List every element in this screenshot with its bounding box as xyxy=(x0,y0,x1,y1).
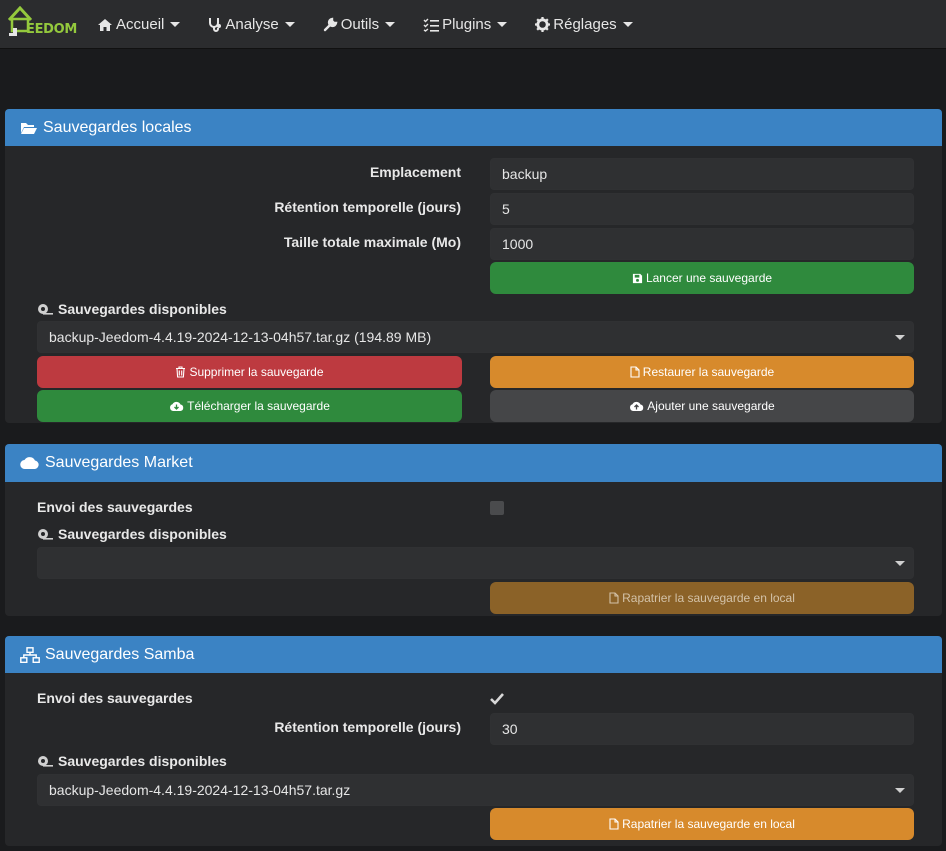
location-input[interactable]: backup xyxy=(490,158,914,190)
local-available-label-row: Sauvegardes disponibles xyxy=(37,301,227,317)
cloud-icon xyxy=(20,457,39,470)
max-size-label: Taille totale maximale (Mo) xyxy=(283,234,461,250)
samba-send-checkbox[interactable] xyxy=(489,692,505,706)
file-icon xyxy=(630,366,640,378)
market-backups-title: Sauvegardes Market xyxy=(45,454,193,471)
chevron-down-icon xyxy=(497,22,508,27)
local-backup-selected: backup-Jeedom-4.4.19-2024-12-13-04h57.ta… xyxy=(49,329,432,345)
samba-retention-input[interactable]: 30 xyxy=(490,713,914,745)
samba-send-label: Envoi des sauvegardes xyxy=(37,690,193,706)
local-backups-heading: Sauvegardes locales xyxy=(5,109,942,146)
trash-icon xyxy=(176,366,186,378)
delete-backup-label: Supprimer la sauvegarde xyxy=(189,365,324,379)
market-available-label: Sauvegardes disponibles xyxy=(58,526,227,542)
market-send-label: Envoi des sauvegardes xyxy=(37,499,193,515)
local-backups-panel: Sauvegardes locales Emplacement backup R… xyxy=(5,109,942,423)
file-icon xyxy=(609,592,619,604)
chevron-down-icon xyxy=(170,22,181,27)
nav-outils-label: Outils xyxy=(340,16,380,33)
add-backup-button[interactable]: Ajouter une sauvegarde xyxy=(490,390,914,422)
launch-backup-label: Lancer une sauvegarde xyxy=(645,271,773,285)
nav-analyse-label: Analyse xyxy=(225,16,279,33)
samba-backups-title: Sauvegardes Samba xyxy=(45,645,195,663)
tape-icon xyxy=(38,529,53,540)
stethoscope-icon xyxy=(209,17,222,32)
market-send-checkbox[interactable] xyxy=(490,501,504,515)
nav-accueil-label: Accueil xyxy=(116,16,165,33)
delete-backup-button[interactable]: Supprimer la sauvegarde xyxy=(37,356,462,388)
save-icon xyxy=(632,273,643,283)
folder-open-icon xyxy=(21,122,37,134)
chevron-down-icon xyxy=(284,22,295,27)
chevron-down-icon xyxy=(895,788,905,793)
nav-accueil[interactable]: Accueil xyxy=(97,0,181,49)
local-available-label: Sauvegardes disponibles xyxy=(58,301,227,317)
market-fetch-label: Rapatrier la sauvegarde en local xyxy=(622,591,795,605)
cloud-upload-icon xyxy=(630,401,644,411)
samba-available-label-row: Sauvegardes disponibles xyxy=(37,753,227,769)
jeedom-logo[interactable]: EEDOM xyxy=(6,6,78,40)
market-backups-panel: Sauvegardes Market Envoi des sauvegardes… xyxy=(5,444,942,616)
samba-backup-select[interactable]: backup-Jeedom-4.4.19-2024-12-13-04h57.ta… xyxy=(37,774,914,806)
samba-fetch-button[interactable]: Rapatrier la sauvegarde en local xyxy=(490,808,914,840)
samba-retention-label: Rétention temporelle (jours) xyxy=(274,719,461,735)
chevron-down-icon xyxy=(895,335,905,340)
market-fetch-button[interactable]: Rapatrier la sauvegarde en local xyxy=(490,582,914,614)
cloud-download-icon xyxy=(170,401,184,411)
market-available-label-row: Sauvegardes disponibles xyxy=(37,526,227,542)
launch-backup-button[interactable]: Lancer une sauvegarde xyxy=(490,262,914,294)
tasks-icon xyxy=(423,18,440,32)
tape-icon xyxy=(38,756,53,767)
nav-plugins[interactable]: Plugins xyxy=(423,0,508,49)
retention-input[interactable]: 5 xyxy=(490,193,914,225)
retention-label: Rétention temporelle (jours) xyxy=(274,199,461,215)
restore-backup-button[interactable]: Restaurer la sauvegarde xyxy=(490,356,914,388)
local-backups-title: Sauvegardes locales xyxy=(43,118,192,136)
add-backup-label: Ajouter une sauvegarde xyxy=(647,399,775,413)
local-backup-select[interactable]: backup-Jeedom-4.4.19-2024-12-13-04h57.ta… xyxy=(37,321,914,353)
samba-backups-heading: Sauvegardes Samba xyxy=(5,636,942,673)
nav-reglages-label: Réglages xyxy=(553,16,617,33)
market-backups-heading: Sauvegardes Market xyxy=(5,444,942,482)
samba-backup-selected: backup-Jeedom-4.4.19-2024-12-13-04h57.ta… xyxy=(49,782,351,798)
download-backup-button[interactable]: Télécharger la sauvegarde xyxy=(37,390,462,422)
location-label: Emplacement xyxy=(369,164,461,180)
nav-outils[interactable]: Outils xyxy=(323,0,396,49)
market-backup-select[interactable] xyxy=(37,547,914,579)
network-icon xyxy=(20,646,40,663)
chevron-down-icon xyxy=(895,561,905,566)
tape-icon xyxy=(38,304,53,315)
nav-analyse[interactable]: Analyse xyxy=(208,0,295,49)
chevron-down-icon xyxy=(622,22,633,27)
wrench-icon xyxy=(323,17,338,32)
samba-fetch-label: Rapatrier la sauvegarde en local xyxy=(622,817,795,831)
max-size-input[interactable]: 1000 xyxy=(490,228,914,260)
nav-plugins-label: Plugins xyxy=(442,16,492,33)
home-icon xyxy=(98,18,112,31)
nav-reglages[interactable]: Réglages xyxy=(535,0,633,49)
restore-backup-label: Restaurer la sauvegarde xyxy=(642,365,775,379)
top-navbar: EEDOM Accueil Analyse Outils Plugins Rég… xyxy=(0,0,946,49)
download-backup-label: Télécharger la sauvegarde xyxy=(187,399,330,413)
samba-available-label: Sauvegardes disponibles xyxy=(58,753,227,769)
samba-backups-panel: Sauvegardes Samba Envoi des sauvegardes … xyxy=(5,636,942,846)
chevron-down-icon xyxy=(385,22,396,27)
logo-text: EEDOM xyxy=(26,22,78,37)
gear-icon xyxy=(535,17,551,32)
file-icon xyxy=(609,818,619,830)
